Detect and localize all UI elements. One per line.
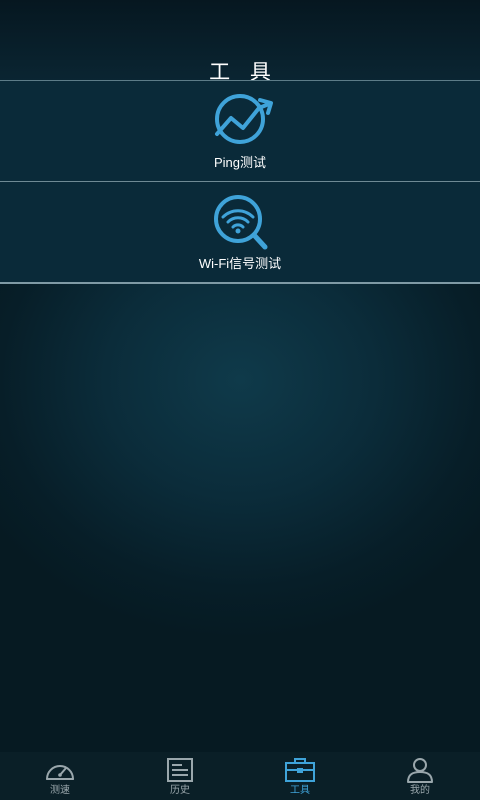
ping-chart-icon [215,94,273,144]
document-icon [167,758,193,782]
wifi-search-icon [214,195,268,250]
tab-speed-test[interactable]: 测速 [0,752,120,800]
toolbox-icon [285,758,315,782]
user-icon [407,758,433,783]
tab-mine[interactable]: 我的 [360,752,480,800]
tab-history[interactable]: 历史 [120,752,240,800]
tab-label: 历史 [170,785,190,796]
tool-divider [0,282,480,284]
tool-wifi-test[interactable]: Wi-Fi信号测试 [0,182,480,282]
tab-tools[interactable]: 工具 [240,752,360,800]
bottom-tab-bar: 测速 历史 工具 我的 [0,752,480,800]
speedometer-icon [46,765,74,780]
tab-label: 工具 [290,785,310,796]
tool-label-ping: Ping测试 [213,155,267,170]
header-bar: 工 具 [0,0,480,84]
tab-label: 我的 [410,785,430,796]
tool-ping-test[interactable]: Ping测试 [0,81,480,181]
tool-label-wifi: Wi-Fi信号测试 [198,256,282,271]
tab-label: 测速 [50,785,70,796]
